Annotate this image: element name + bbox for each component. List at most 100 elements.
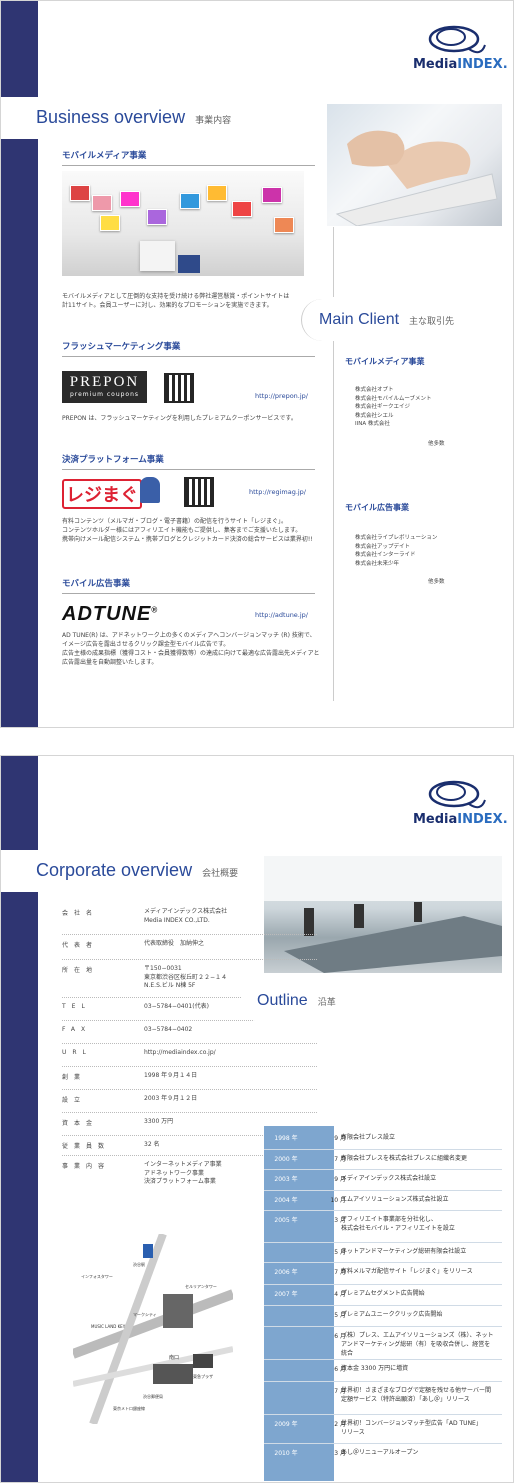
access-map: インフォスタワー 渋谷駅 マークシティ セルリアンタワー MUSIC LAND … [71, 1232, 235, 1426]
client-title: Main Client 主な取引先 [319, 311, 455, 328]
corporate-info-label: 所在地 [62, 967, 99, 974]
client-heading-mobile-media: モバイルメディア事業 [345, 357, 425, 366]
history-separator [264, 1359, 502, 1360]
row-separator [62, 959, 317, 960]
history-year: 2003 年 [274, 1176, 298, 1183]
column-divider-top [333, 227, 334, 297]
map-label: MUSIC LAND KEY [91, 1324, 126, 1329]
history-separator [264, 1242, 502, 1243]
history-event: 有限会社プレス設立 [341, 1133, 501, 1142]
page-title: Corporate overview 会社概要 [36, 860, 239, 880]
history-year: 2000 年 [274, 1156, 298, 1163]
logo-swirl-icon [428, 780, 486, 809]
prepon-description: PREPON は、フラッシュマーケティングを利用したプレミアムクーポンサービスで… [62, 415, 297, 422]
history-event: プレミアムユニーククリック広告開始 [341, 1310, 501, 1319]
history-event-line: 定額サービス（特許出願済）「あし＠」リリース [341, 1396, 470, 1403]
client-list-mobile-media: 株式会社オプト 株式会社モバイルムーブメント 株式会社ギークエイジ 株式会社シエ… [355, 387, 432, 427]
client-etc-1: 他多数 [428, 441, 445, 447]
regimag-logo: レジまぐ [62, 475, 162, 509]
prepon-qr-code [164, 373, 194, 403]
section-heading-mobile-media: モバイルメディア事業 [62, 149, 315, 166]
history-separator [264, 1443, 502, 1444]
corporate-info-value-line: 東京都渋谷区桜丘町２２−１４ [144, 973, 228, 981]
history-event: 資本金 3300 万円に増資 [341, 1364, 501, 1373]
mobile-media-description: モバイルメディアとして圧倒的な支持を受け続ける弊社運営懸賞・ポイントサイトは 計… [62, 293, 290, 309]
corporate-info-value-line: Media INDEX CO.,LTD. [144, 916, 210, 924]
corporate-info-label: 従業員数 [62, 1143, 111, 1150]
client-heading-mobile-ads: モバイル広告事業 [345, 503, 409, 512]
history-separator [264, 1262, 502, 1263]
outline-title: Outline 沿革 [257, 992, 336, 1009]
history-event-line: プレミアムユニーククリック広告開始 [341, 1311, 443, 1318]
history-separator [264, 1210, 502, 1211]
corporate-info-value-line: 2003 年９月１２日 [144, 1095, 198, 1102]
regimag-description: 有料コンテンツ（メルマガ・ブログ・電子書籍）の配信を行うサイト「レジまぐ」。 コ… [62, 518, 313, 543]
section-heading-payment-platform: 決済プラットフォーム事業 [62, 453, 315, 470]
logo-text: MediaINDEX. [413, 812, 508, 827]
business-overview-page: MediaINDEX. Business overview 事業内容 モバイルメデ… [0, 0, 514, 728]
history-event: 世界初！コンバージョンマッチ型広告「AD TUNE」 リリース [341, 1419, 501, 1437]
history-event-line: プレミアムセグメント広告開始 [341, 1290, 425, 1297]
corporate-info-value[interactable]: http://mediaindex.co.jp/ [144, 1049, 314, 1058]
history-event: 有料メルマガ配信サイト「レジまぐ」をリリース [341, 1267, 501, 1276]
history-year: 2007 年 [274, 1291, 298, 1298]
history-event-line: メディアインデックス株式会社設立 [341, 1175, 437, 1182]
history-event: 世界初！さまざまなブログで定額を残せる他サーバー間 定額サービス（特許出願済）「あ… [341, 1386, 501, 1404]
history-event-line: 統合 [341, 1350, 354, 1357]
prepon-logo: PREPON premium coupons [62, 371, 147, 403]
history-year: 2005 年 [274, 1217, 298, 1224]
history-event-line: ネットアンドマーケティング総研有限会社設立 [341, 1248, 467, 1255]
row-separator [62, 934, 317, 935]
media-index-logo: MediaINDEX. [409, 776, 508, 831]
history-separator [264, 1305, 502, 1306]
corporate-info-label: 資本金 [62, 1120, 99, 1127]
regimag-link[interactable]: http://regimag.jp/ [249, 488, 306, 496]
history-event: アフィリエイト事業部を分社化し、株式会社モバイル・アフィリエイトを設立 [341, 1215, 501, 1233]
corporate-overview-page: MediaINDEX. Corporate overview 会社概要 会社名 メデ… [0, 755, 514, 1483]
corporate-info-label: FAX [62, 1026, 92, 1033]
section-heading-mobile-ads: モバイル広告事業 [62, 577, 315, 594]
corporate-info-label: 代表者 [62, 942, 99, 949]
history-year: 1998 年 [274, 1135, 298, 1142]
history-event-line: 有限会社プレス設立 [341, 1134, 396, 1141]
map-label: 東急プラザ [193, 1374, 213, 1379]
map-label: インフォスタワー [81, 1274, 113, 1279]
mobile-media-image [62, 171, 304, 276]
corporate-info-label: 創業 [62, 1074, 87, 1081]
typing-hands-image [335, 130, 498, 227]
history-event-line: 世界初！コンバージョンマッチ型広告「AD TUNE」 [341, 1420, 482, 1427]
map-label: 渋谷駅 [133, 1262, 145, 1267]
corporate-info-value: 2003 年９月１２日 [144, 1095, 314, 1104]
map-label: 東京メトロ銀座線 [113, 1406, 145, 1411]
history-separator [264, 1381, 502, 1382]
corporate-info-value: 1998 年９月１４日 [144, 1072, 314, 1081]
history-event: （株）プレス、エムアイソリューションズ（株）、ネット アンドマーケティング総研（有… [341, 1331, 501, 1358]
history-event-line: 株式会社モバイル・アフィリエイトを設立 [341, 1225, 455, 1232]
logo-text: MediaINDEX. [413, 57, 508, 72]
history-separator [264, 1190, 502, 1191]
history-event-line: あし＠リニューアルオープン [341, 1449, 419, 1456]
history-separator [264, 1284, 502, 1285]
history-event: エムアイソリューションズ株式会社設立 [341, 1195, 501, 1204]
history-event-line: アフィリエイト事業部を分社化し、 [341, 1216, 437, 1223]
corporate-info-value-line: メディアインデックス株式会社 [144, 908, 228, 915]
client-etc-2: 他多数 [428, 579, 445, 585]
history-separator [264, 1326, 502, 1327]
history-event-line: （株）プレス、エムアイソリューションズ（株）、ネット [341, 1332, 494, 1339]
corporate-info-label: URL [62, 1049, 92, 1056]
history-event-line: 有料メルマガ配信サイト「レジまぐ」をリリース [341, 1268, 473, 1275]
column-divider-bottom [333, 341, 334, 701]
page-title: Business overview 事業内容 [36, 107, 232, 127]
map-label: 渋谷郵便局 [143, 1394, 163, 1399]
map-label: マークシティ [133, 1312, 157, 1317]
history-event: メディアインデックス株式会社設立 [341, 1174, 501, 1183]
row-separator [62, 1066, 317, 1067]
adtune-link[interactable]: http://adtune.jp/ [255, 611, 308, 619]
prepon-link[interactable]: http://prepon.jp/ [255, 392, 308, 400]
corporate-info-label: TEL [62, 1003, 91, 1010]
row-separator [62, 1089, 317, 1090]
corporate-info-value-line: 〒150−0031 [144, 965, 182, 972]
history-year: 2010 年 [274, 1450, 298, 1457]
corporate-info-value-line: 1998 年９月１４日 [144, 1072, 198, 1079]
corporate-info-value-line: 03−5784−0402 [144, 1026, 193, 1033]
